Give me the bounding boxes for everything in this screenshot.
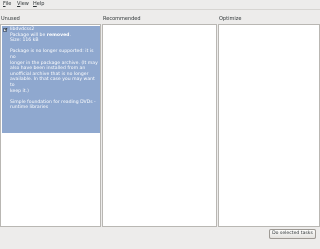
package-desc-line: Package is no longer supported: it is no	[10, 49, 94, 60]
recommended-pane[interactable]	[102, 24, 217, 227]
optimize-pane[interactable]	[218, 24, 320, 227]
column-label-unused: Unused	[1, 16, 20, 22]
menubar: File View Help	[0, 0, 320, 10]
package-summary-line: runtime libraries	[10, 105, 49, 111]
menu-view[interactable]: View	[17, 1, 29, 8]
do-selected-tasks-button[interactable]: Do selected tasks	[269, 229, 316, 239]
menu-file-rest: ile	[5, 1, 12, 7]
package-details: libdvdcss2 Package will be removed. Size…	[10, 27, 100, 111]
package-item-libdvdcss2[interactable]: ✔ libdvdcss2 Package will be removed. Si…	[2, 26, 100, 133]
status-prefix: Package will be	[10, 32, 47, 38]
status-action: removed	[46, 32, 70, 38]
menu-view-rest: iew	[20, 1, 29, 7]
menu-help-rest: elp	[36, 1, 45, 7]
menu-file[interactable]: File	[3, 1, 11, 8]
unused-pane[interactable]: ✔ libdvdcss2 Package will be removed. Si…	[0, 24, 101, 227]
status-suffix: .	[69, 32, 71, 38]
column-label-optimize: Optimize	[219, 16, 242, 22]
column-label-recommended: Recommended	[103, 16, 141, 22]
menu-help[interactable]: Help	[33, 1, 44, 8]
checkmark-icon: ✔	[4, 27, 9, 33]
package-desc-line: available. In that case you may want to	[10, 77, 95, 88]
package-checkbox[interactable]: ✔	[3, 27, 9, 33]
